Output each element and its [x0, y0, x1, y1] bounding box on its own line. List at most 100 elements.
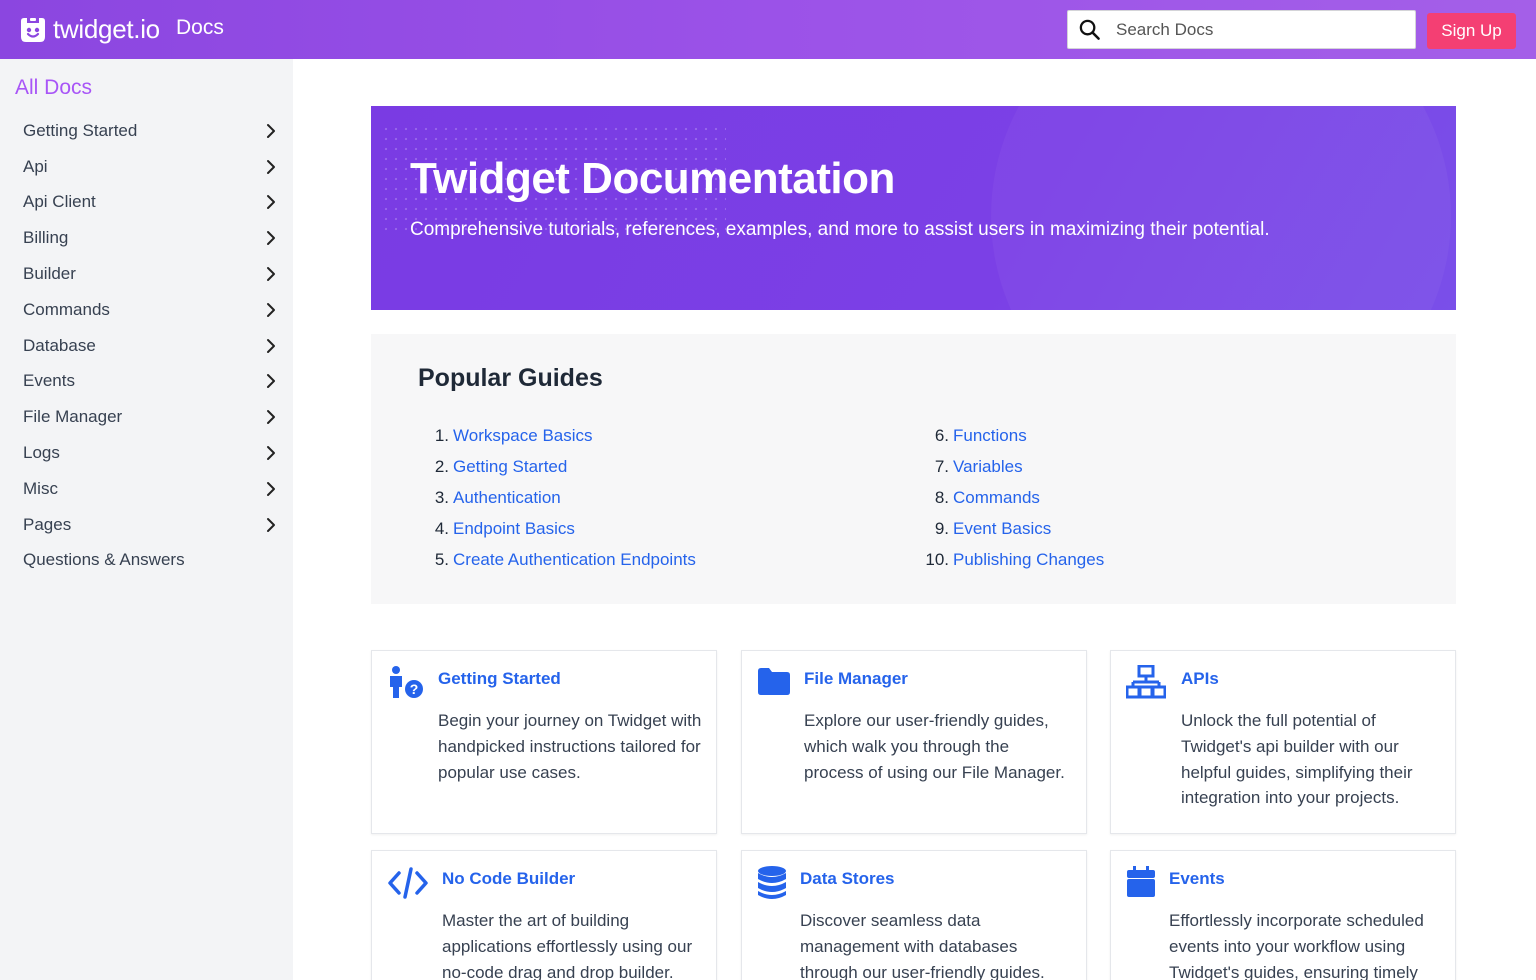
- search-input[interactable]: [1116, 19, 1396, 40]
- guide-item: 9. Event Basics: [916, 513, 1104, 544]
- chevron-right-icon[interactable]: [263, 266, 279, 282]
- sidebar-item[interactable]: Billing: [0, 220, 293, 256]
- sidebar-item[interactable]: Events: [0, 364, 293, 400]
- sidebar-item[interactable]: Getting Started: [0, 113, 293, 149]
- card-description: Unlock the full potential of Twidget's a…: [1181, 711, 1413, 808]
- code-icon: [387, 865, 429, 906]
- svg-text:?: ?: [410, 681, 419, 697]
- sidebar-title[interactable]: All Docs: [15, 76, 92, 100]
- guides-list-left: 1. Workspace Basics 2. Getting Started 3. Aut…: [421, 420, 696, 575]
- chevron-right-icon[interactable]: [263, 481, 279, 497]
- card-file-manager[interactable]: File Manager Explore our user-friendly g…: [741, 650, 1087, 834]
- docs-link[interactable]: Docs: [176, 16, 224, 40]
- sidebar-nav: Getting Started Api Api Client Billing Build…: [0, 113, 293, 578]
- sidebar-item-label: Billing: [23, 228, 69, 248]
- guide-link[interactable]: Getting Started: [453, 457, 567, 477]
- guide-number: 4.: [434, 518, 449, 538]
- chevron-right-icon[interactable]: [263, 338, 279, 354]
- card-title[interactable]: APIs: [1181, 669, 1219, 689]
- twidget-logo-icon: [21, 17, 45, 42]
- logo-text: twidget.io: [53, 14, 160, 44]
- page-title: Twidget Documentation: [410, 154, 895, 203]
- sidebar-item-label: Questions & Answers: [23, 550, 185, 570]
- sidebar-item[interactable]: Logs: [0, 435, 293, 471]
- calendar-icon: [1126, 865, 1156, 904]
- card-description: Effortlessly incorporate scheduled event…: [1169, 911, 1424, 980]
- guide-item: 8. Commands: [916, 482, 1104, 513]
- sidebar-item-label: Events: [23, 371, 75, 391]
- signup-button[interactable]: Sign Up: [1427, 13, 1516, 49]
- chevron-right-icon[interactable]: [263, 302, 279, 318]
- sidebar-item[interactable]: File Manager: [0, 399, 293, 435]
- sidebar-item-label: Logs: [23, 443, 60, 463]
- top-navbar: twidget.io Docs Sign Up: [0, 0, 1536, 59]
- chevron-right-icon[interactable]: [263, 517, 279, 533]
- chevron-right-icon[interactable]: [263, 123, 279, 139]
- guide-number: 9.: [934, 518, 949, 538]
- card-description: Begin your journey on Twidget with handp…: [438, 711, 702, 782]
- card-apis[interactable]: APIs Unlock the full potential of Twidge…: [1110, 650, 1456, 834]
- chevron-right-icon[interactable]: [263, 445, 279, 461]
- chevron-right-icon[interactable]: [263, 409, 279, 425]
- sidebar-item[interactable]: Pages: [0, 507, 293, 543]
- guide-link[interactable]: Functions: [953, 426, 1027, 446]
- sidebar-item[interactable]: Database: [0, 328, 293, 364]
- hero-banner: Twidget Documentation Comprehensive tuto…: [371, 106, 1456, 310]
- sidebar-item-label: Commands: [23, 299, 110, 319]
- guide-link[interactable]: Workspace Basics: [453, 426, 593, 446]
- database-icon: [757, 865, 787, 906]
- sidebar: All Docs Getting Started Api Api Client Bil…: [0, 59, 293, 980]
- guide-item: 4. Endpoint Basics: [421, 513, 696, 544]
- hero-decoration: [991, 106, 1451, 310]
- guide-link[interactable]: Commands: [953, 488, 1040, 508]
- guide-link[interactable]: Event Basics: [953, 519, 1051, 539]
- chevron-right-icon[interactable]: [263, 230, 279, 246]
- sidebar-item[interactable]: Commands: [0, 292, 293, 328]
- card-data-stores[interactable]: Data Stores Discover seamless data manag…: [741, 850, 1087, 980]
- logo[interactable]: twidget.io: [18, 14, 160, 45]
- sidebar-item-label: Getting Started: [23, 120, 138, 140]
- sidebar-item[interactable]: Builder: [0, 256, 293, 292]
- guide-number: 6.: [934, 425, 949, 445]
- page-subtitle: Comprehensive tutorials, references, exa…: [410, 219, 1270, 240]
- chevron-right-icon[interactable]: [263, 373, 279, 389]
- card-no-code-builder[interactable]: No Code Builder Master the art of buildi…: [371, 850, 717, 980]
- chevron-right-icon[interactable]: [263, 194, 279, 210]
- sidebar-item-label: Misc: [23, 478, 58, 498]
- sidebar-item-label: Api: [23, 156, 48, 176]
- sidebar-item-label: Builder: [23, 264, 76, 284]
- guide-number: 10.: [925, 549, 949, 569]
- guides-list-right: 6. Functions 7. Variables 8. Commands 9. Event …: [916, 420, 1104, 575]
- guide-number: 3.: [434, 487, 449, 507]
- sidebar-item[interactable]: Api: [0, 149, 293, 185]
- card-title[interactable]: File Manager: [804, 669, 908, 689]
- card-description: Explore our user-friendly guides, which …: [804, 711, 1065, 782]
- guide-link[interactable]: Authentication: [453, 488, 561, 508]
- card-title[interactable]: No Code Builder: [442, 869, 575, 889]
- guide-item: 1. Workspace Basics: [421, 420, 696, 451]
- card-title[interactable]: Getting Started: [438, 669, 561, 689]
- guide-link[interactable]: Create Authentication Endpoints: [453, 550, 696, 570]
- popular-guides: Popular Guides 1. Workspace Basics 2. Getti…: [371, 334, 1456, 604]
- card-title[interactable]: Events: [1169, 869, 1225, 889]
- guide-item: 7. Variables: [916, 451, 1104, 482]
- sidebar-item-label: Pages: [23, 514, 72, 534]
- guide-link[interactable]: Publishing Changes: [953, 550, 1104, 570]
- card-getting-started[interactable]: ? Getting Started Begin your journey on …: [371, 650, 717, 834]
- search-box[interactable]: [1067, 10, 1416, 49]
- guide-number: 2.: [434, 456, 449, 476]
- guide-link[interactable]: Endpoint Basics: [453, 519, 575, 539]
- sidebar-item[interactable]: Questions & Answers: [0, 543, 293, 579]
- sidebar-item[interactable]: Api Client: [0, 185, 293, 221]
- sidebar-item[interactable]: Misc: [0, 471, 293, 507]
- card-events[interactable]: Events Effortlessly incorporate schedule…: [1110, 850, 1456, 980]
- card-description: Discover seamless data management with d…: [800, 911, 1045, 980]
- guide-item: 5. Create Authentication Endpoints: [421, 544, 696, 575]
- guide-item: 10. Publishing Changes: [916, 544, 1104, 575]
- card-title[interactable]: Data Stores: [800, 869, 894, 889]
- guide-number: 1.: [434, 425, 449, 445]
- sidebar-item-label: Api Client: [23, 192, 96, 212]
- chevron-right-icon[interactable]: [263, 159, 279, 175]
- guide-item: 3. Authentication: [421, 482, 696, 513]
- guide-link[interactable]: Variables: [953, 457, 1023, 477]
